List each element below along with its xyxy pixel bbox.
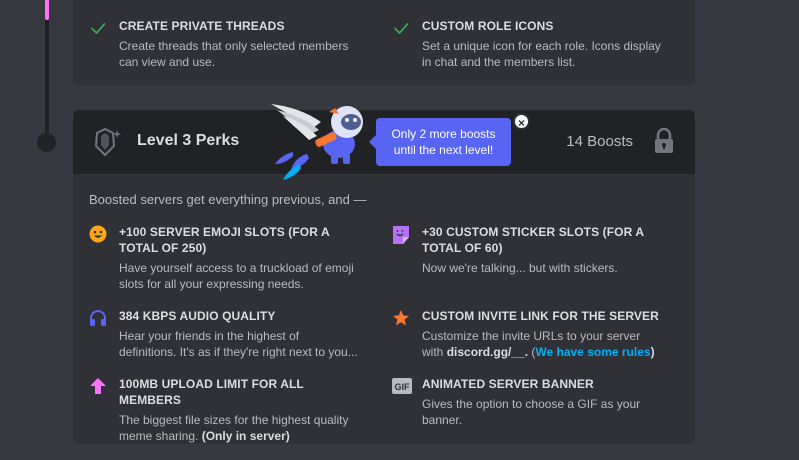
close-tooltip-button[interactable]: ×: [513, 113, 530, 130]
perk-title: 100MB UPLOAD LIMIT FOR ALL MEMBERS: [119, 377, 304, 407]
invite-rules-link[interactable]: We have some rules: [535, 345, 650, 359]
perk-custom-invite-link: CUSTOM INVITE LINK FOR THE SERVER Custom…: [392, 308, 662, 360]
boost-count: 14 Boosts: [566, 133, 633, 150]
perk-title: CUSTOM INVITE LINK FOR THE SERVER: [422, 309, 659, 323]
perk-description: Set a unique icon for each role. Icons d…: [422, 39, 661, 69]
perk-description: Have yourself access to a truckload of e…: [119, 261, 354, 291]
wumpus-mascot: [269, 102, 379, 185]
perk-upload-limit: 100MB UPLOAD LIMIT FOR ALL MEMBERS The b…: [89, 376, 359, 444]
invite-link-example: discord.gg/__.: [446, 345, 529, 359]
perk-sticker-slots: +30 CUSTOM STICKER SLOTS (FOR A TOTAL OF…: [392, 224, 662, 276]
perk-title: +100 SERVER EMOJI SLOTS (FOR A TOTAL OF …: [119, 225, 330, 255]
perk-title: CUSTOM ROLE ICONS: [422, 19, 554, 33]
star-icon: [392, 309, 410, 360]
perk-custom-role-icons: CUSTOM ROLE ICONS Set a unique icon for …: [392, 18, 662, 70]
upload-arrow-icon: [89, 377, 107, 444]
perk-title: +30 CUSTOM STICKER SLOTS (FOR A TOTAL OF…: [422, 225, 644, 255]
timeline-progress: [45, 0, 49, 20]
headphones-icon: [89, 309, 107, 360]
timeline-dot: [37, 133, 56, 152]
perk-title: CREATE PRIVATE THREADS: [119, 19, 285, 33]
gif-icon-label: GIF: [395, 382, 411, 392]
perk-animated-banner: GIF ANIMATED SERVER BANNER Gives the opt…: [392, 376, 662, 428]
perk-private-threads: CREATE PRIVATE THREADS Create threads th…: [89, 18, 359, 70]
perk-emoji-slots: +100 SERVER EMOJI SLOTS (FOR A TOTAL OF …: [89, 224, 359, 292]
checkmark-icon: [89, 19, 107, 70]
perk-description: Create threads that only selected member…: [119, 39, 349, 69]
upload-desc-note: (Only in server): [201, 429, 290, 443]
perk-description: Gives the option to choose a GIF as your…: [422, 397, 641, 427]
lock-icon: [653, 127, 675, 159]
perk-description: Customize the invite URLs to your server…: [422, 329, 655, 359]
perk-title: 384 KBPS AUDIO QUALITY: [119, 309, 276, 323]
sticker-icon: [392, 225, 410, 276]
timeline-line: [45, 0, 49, 142]
perk-description: Now we're talking... but with stickers.: [422, 261, 618, 275]
perk-description: The biggest file sizes for the highest q…: [119, 412, 359, 444]
perk-audio-quality: 384 KBPS AUDIO QUALITY Hear your friends…: [89, 308, 359, 360]
perk-title: ANIMATED SERVER BANNER: [422, 377, 594, 391]
checkmark-icon: [392, 19, 410, 70]
level-intro-text: Boosted servers get everything previous,…: [89, 192, 367, 207]
emoji-icon: [89, 225, 107, 292]
boost-tooltip: Only 2 more boosts until the next level!: [369, 118, 511, 166]
level-title: Level 3 Perks: [137, 132, 240, 149]
gem-icon: [91, 126, 125, 163]
level-2-perks-card: CREATE PRIVATE THREADS Create threads th…: [73, 0, 695, 85]
level-3-header: Level 3 Perks Only 2 more boosts until t…: [73, 104, 695, 180]
perk-description: Hear your friends in the highest of defi…: [119, 329, 358, 359]
level-3-perks-card: Level 3 Perks Only 2 more boosts until t…: [73, 104, 695, 444]
gif-icon: GIF: [392, 377, 412, 428]
